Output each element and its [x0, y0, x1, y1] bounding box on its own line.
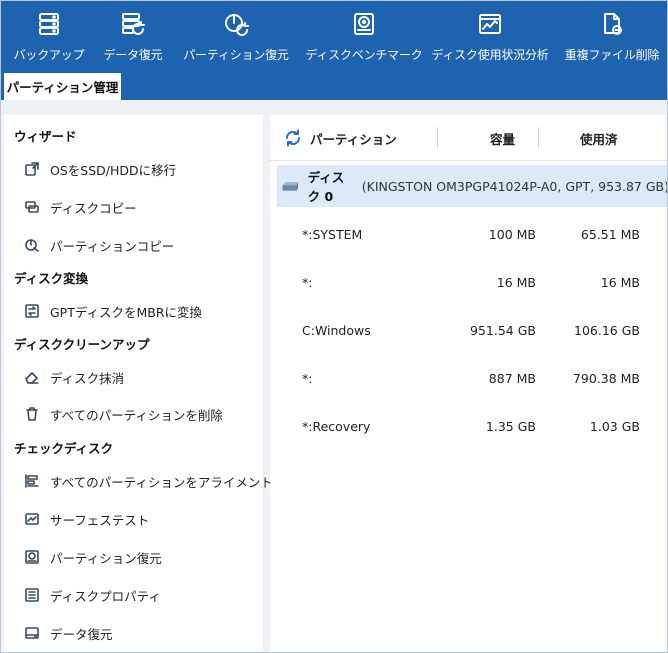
- partition-used: 16 MB: [600, 275, 640, 290]
- disk-name: ディスク 0: [307, 170, 345, 204]
- disk-icon: [282, 182, 299, 191]
- duplicate-file-delete-icon: [598, 10, 626, 38]
- sidebar-item-align-all-partitions[interactable]: すべてのパーティションをアライメント: [24, 470, 273, 492]
- sidebar-item-partition-copy[interactable]: パーティションコピー: [24, 234, 174, 256]
- partition-copy-icon: [24, 237, 40, 253]
- sidebar-section-wizard: ウィザード: [14, 129, 77, 144]
- sidebar-item-disk-wipe[interactable]: ディスク抹消: [24, 366, 124, 388]
- partition-capacity: 951.54 GB: [470, 323, 536, 338]
- partition-recovery-small-icon: [24, 549, 40, 565]
- sidebar-item-disk-properties[interactable]: ディスクプロパティ: [24, 584, 161, 606]
- partition-recovery-icon: [222, 10, 250, 38]
- partition-name: *:: [302, 275, 313, 290]
- column-header-capacity[interactable]: 容量: [490, 115, 515, 161]
- sidebar-item-label: パーティション復元: [50, 550, 162, 566]
- toolbar-disk-benchmark-button[interactable]: ディスクベンチマーク: [303, 1, 425, 71]
- toolbar-backup-label: バックアップ: [13, 48, 85, 62]
- partition-name: *:SYSTEM: [302, 227, 363, 242]
- sidebar-item-label: データ復元: [50, 626, 113, 642]
- toolbar-duplicate-file-delete-label: 重複ファイル削除: [564, 48, 660, 62]
- disk-description: (KINGSTON OM3PGP41024P-A0, GPT, 953.87 G…: [361, 178, 668, 194]
- column-header-partition[interactable]: パーティション: [310, 115, 397, 161]
- table-row[interactable]: C:Windows 951.54 GB 106.16 GB: [270, 307, 667, 355]
- sidebar-item-partition-recovery[interactable]: パーティション復元: [24, 546, 162, 568]
- table-row[interactable]: *: 887 MB 790.38 MB: [270, 355, 667, 403]
- disk-usage-analysis-icon: [476, 10, 504, 38]
- partition-capacity: 887 MB: [488, 371, 536, 386]
- partition-used: 106.16 GB: [574, 323, 640, 338]
- disk-row[interactable]: ディスク 0 (KINGSTON OM3PGP41024P-A0, GPT, 9…: [277, 165, 668, 207]
- sidebar-item-label: ディスク抹消: [50, 370, 125, 386]
- sidebar-item-disk-copy[interactable]: ディスクコピー: [24, 196, 137, 218]
- partition-name: *:Recovery: [302, 419, 371, 434]
- refresh-button[interactable]: [284, 115, 302, 161]
- app-window: バックアップ データ復元 パーティション復元 ディスクベンチマーク ディスク使用…: [0, 0, 668, 653]
- partition-capacity: 1.35 GB: [485, 419, 536, 434]
- column-divider: [437, 127, 438, 149]
- toolbar-data-recovery-button[interactable]: データ復元: [97, 1, 169, 71]
- toolbar-backup-button[interactable]: バックアップ: [1, 1, 97, 71]
- align-icon: [24, 473, 40, 489]
- backup-icon: [35, 10, 63, 38]
- sidebar-section-disk-convert: ディスク変換: [14, 271, 89, 286]
- sidebar-item-label: GPTディスクをMBRに変換: [50, 304, 203, 320]
- disk-copy-icon: [24, 199, 40, 215]
- sidebar-item-label: サーフェステスト: [50, 512, 150, 528]
- sidebar-item-gpt-to-mbr[interactable]: GPTディスクをMBRに変換: [24, 300, 202, 322]
- table-row[interactable]: *: 16 MB 16 MB: [270, 259, 667, 307]
- data-recovery-small-icon: [24, 625, 40, 641]
- toolbar-disk-benchmark-label: ディスクベンチマーク: [305, 48, 423, 62]
- refresh-icon: [285, 129, 301, 147]
- table-header: パーティション 容量 使用済: [270, 115, 667, 161]
- top-toolbar: バックアップ データ復元 パーティション復元 ディスクベンチマーク ディスク使用…: [1, 1, 667, 71]
- column-header-used[interactable]: 使用済: [580, 115, 618, 161]
- toolbar-disk-usage-analysis-label: ディスク使用状況分析: [431, 48, 549, 62]
- partition-used: 790.38 MB: [572, 371, 640, 386]
- sidebar-item-label: ディスクコピー: [50, 200, 137, 216]
- sidebar-item-label: すべてのパーティションを削除: [50, 407, 223, 423]
- partition-used: 1.03 GB: [589, 419, 640, 434]
- surface-test-icon: [24, 511, 40, 527]
- toolbar-data-recovery-label: データ復元: [103, 48, 163, 62]
- convert-icon: [24, 303, 40, 319]
- sidebar-item-label: パーティションコピー: [50, 238, 175, 254]
- partition-capacity: 16 MB: [496, 275, 536, 290]
- sidebar-item-label: すべてのパーティションをアライメント: [50, 474, 273, 490]
- partition-name: C:Windows: [302, 323, 371, 338]
- disk-benchmark-icon: [350, 10, 378, 38]
- sidebar-item-data-recovery[interactable]: データ復元: [24, 622, 113, 644]
- trash-icon: [24, 406, 40, 422]
- toolbar-partition-recovery-button[interactable]: パーティション復元: [169, 1, 303, 71]
- toolbar-partition-recovery-label: パーティション復元: [183, 48, 289, 62]
- sidebar-item-surface-test[interactable]: サーフェステスト: [24, 508, 149, 530]
- sidebar-item-label: OSをSSD/HDDに移行: [50, 162, 177, 178]
- eraser-icon: [24, 369, 40, 385]
- table-row[interactable]: *:Recovery 1.35 GB 1.03 GB: [270, 403, 667, 451]
- sidebar-item-label: ディスクプロパティ: [50, 588, 161, 604]
- column-divider: [538, 127, 539, 149]
- partition-table: パーティション 容量 使用済 ディスク 0 (KINGSTON OM3PGP41…: [270, 115, 668, 652]
- data-recovery-icon: [119, 10, 147, 38]
- partition-capacity: 100 MB: [488, 227, 536, 242]
- tab-strip: パーティション管理: [1, 71, 667, 100]
- toolbar-disk-usage-analysis-button[interactable]: ディスク使用状況分析: [425, 1, 555, 71]
- sidebar-item-delete-all-partitions[interactable]: すべてのパーティションを削除: [24, 403, 223, 425]
- migrate-os-icon: [24, 161, 40, 177]
- sidebar: ウィザード OSをSSD/HDDに移行 ディスクコピー パーティションコピー デ…: [4, 115, 273, 652]
- toolbar-duplicate-file-delete-button[interactable]: 重複ファイル削除: [555, 1, 667, 71]
- sidebar-item-migrate-os[interactable]: OSをSSD/HDDに移行: [24, 158, 176, 180]
- tab-partition-management[interactable]: パーティション管理: [4, 73, 121, 100]
- sidebar-section-disk-cleanup: ディスククリーンアップ: [14, 337, 150, 352]
- properties-icon: [24, 587, 40, 603]
- sidebar-section-check-disk: チェックディスク: [14, 441, 114, 456]
- table-row[interactable]: *:SYSTEM 100 MB 65.51 MB: [270, 211, 667, 259]
- partition-name: *:: [302, 371, 313, 386]
- partition-used: 65.51 MB: [580, 227, 640, 242]
